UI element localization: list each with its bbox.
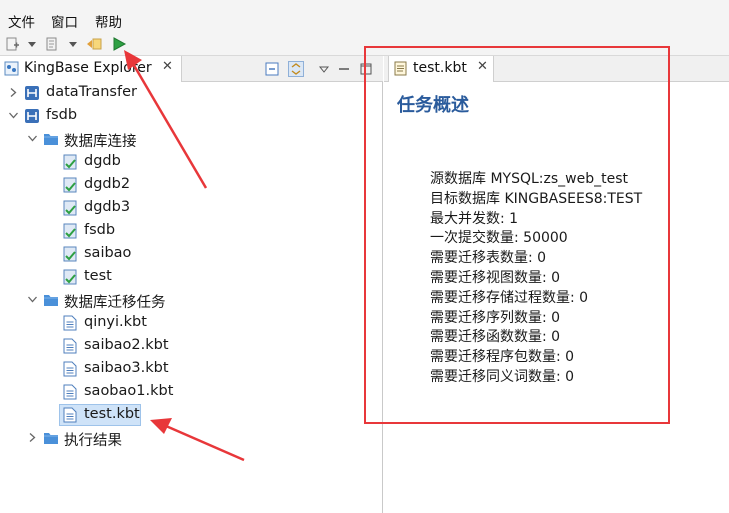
tree-item-label: fsdb bbox=[84, 222, 116, 238]
database-icon bbox=[63, 154, 77, 170]
tree-item-label: dgdb3 bbox=[84, 199, 131, 215]
view-menu-icon[interactable] bbox=[316, 61, 332, 77]
new-task-icon[interactable] bbox=[45, 36, 61, 52]
database-icon bbox=[63, 246, 77, 262]
tree-item-results[interactable]: 执行结果 bbox=[0, 427, 383, 450]
menu-file[interactable]: 文件 bbox=[8, 11, 35, 31]
chevron-down-icon[interactable] bbox=[28, 134, 37, 143]
tree-item-label: test.kbt bbox=[84, 406, 140, 422]
minimize-icon[interactable] bbox=[336, 61, 352, 77]
folder-icon bbox=[44, 134, 58, 145]
file-icon bbox=[63, 407, 77, 423]
highlight-box bbox=[364, 46, 670, 424]
explorer-tab-title: KingBase Explorer bbox=[24, 60, 152, 76]
tree-item-label: saibao2.kbt bbox=[84, 337, 169, 353]
tree-item-label: saibao bbox=[84, 245, 132, 261]
tree-item-saobao1-kbt[interactable]: saobao1.kbt bbox=[0, 381, 383, 404]
menu-help[interactable]: 帮助 bbox=[95, 11, 122, 31]
tree-item-label: 数据库迁移任务 bbox=[64, 295, 166, 311]
run-icon[interactable] bbox=[111, 36, 127, 52]
menu-bar: 文件 窗口 帮助 bbox=[0, 0, 729, 32]
tree-item-qinyi-kbt[interactable]: qinyi.kbt bbox=[0, 312, 383, 335]
back-icon[interactable] bbox=[86, 36, 102, 52]
tree-item-test-kbt[interactable]: test.kbt bbox=[0, 404, 383, 427]
tree-item-saibao3-kbt[interactable]: saibao3.kbt bbox=[0, 358, 383, 381]
new-connection-dropdown-icon[interactable] bbox=[28, 42, 36, 47]
connection-icon bbox=[25, 109, 39, 123]
folder-icon bbox=[44, 433, 58, 444]
new-connection-icon[interactable] bbox=[5, 36, 21, 52]
chevron-down-icon[interactable] bbox=[28, 295, 37, 304]
explorer-panel: KingBase Explorer ✕ dataTransfer fsdb 数据… bbox=[0, 56, 383, 513]
tree-item-label: 执行结果 bbox=[64, 433, 122, 449]
database-icon bbox=[63, 200, 77, 216]
tree-item-datatransfer[interactable]: dataTransfer bbox=[0, 82, 383, 105]
tree-item-saibao2-kbt[interactable]: saibao2.kbt bbox=[0, 335, 383, 358]
database-icon bbox=[63, 223, 77, 239]
collapse-all-icon[interactable] bbox=[264, 61, 280, 77]
tree-item-label: dgdb2 bbox=[84, 176, 131, 192]
database-icon bbox=[63, 177, 77, 193]
database-icon bbox=[63, 269, 77, 285]
link-with-editor-icon[interactable] bbox=[288, 61, 304, 77]
tree-item-label: saibao3.kbt bbox=[84, 360, 169, 376]
close-icon[interactable]: ✕ bbox=[162, 59, 173, 74]
file-icon bbox=[63, 361, 77, 377]
chevron-right-icon[interactable] bbox=[9, 88, 18, 97]
explorer-icon bbox=[4, 61, 19, 76]
tree-item-fsdb[interactable]: fsdb bbox=[0, 105, 383, 128]
tree-item-dgdb3[interactable]: dgdb3 bbox=[0, 197, 383, 220]
connection-icon bbox=[25, 86, 39, 100]
tree-item-migration-tasks[interactable]: 数据库迁移任务 bbox=[0, 289, 383, 312]
tree-item-label: dgdb bbox=[84, 153, 121, 169]
tree-item-fsdb-db[interactable]: fsdb bbox=[0, 220, 383, 243]
folder-icon bbox=[44, 295, 58, 306]
menu-window[interactable]: 窗口 bbox=[51, 11, 78, 31]
tree-item-label: test bbox=[84, 268, 112, 284]
explorer-tab[interactable]: KingBase Explorer ✕ bbox=[0, 56, 182, 82]
tree-item-db-connections[interactable]: 数据库连接 bbox=[0, 128, 383, 151]
explorer-tabbar: KingBase Explorer ✕ bbox=[0, 56, 383, 82]
tree-item-saibao[interactable]: saibao bbox=[0, 243, 383, 266]
tree-item-test[interactable]: test bbox=[0, 266, 383, 289]
new-task-dropdown-icon[interactable] bbox=[69, 42, 77, 47]
chevron-right-icon[interactable] bbox=[28, 433, 37, 442]
file-icon bbox=[63, 384, 77, 400]
chevron-down-icon[interactable] bbox=[9, 111, 18, 120]
tree-item-dgdb2[interactable]: dgdb2 bbox=[0, 174, 383, 197]
tree-item-label: fsdb bbox=[46, 107, 78, 123]
file-icon bbox=[63, 315, 77, 331]
tree-item-dgdb[interactable]: dgdb bbox=[0, 151, 383, 174]
file-icon bbox=[63, 338, 77, 354]
tree-item-label: qinyi.kbt bbox=[84, 314, 147, 330]
tree-item-label: saobao1.kbt bbox=[84, 383, 174, 399]
tree-item-label: 数据库连接 bbox=[64, 134, 137, 150]
tree-item-label: dataTransfer bbox=[46, 84, 137, 100]
